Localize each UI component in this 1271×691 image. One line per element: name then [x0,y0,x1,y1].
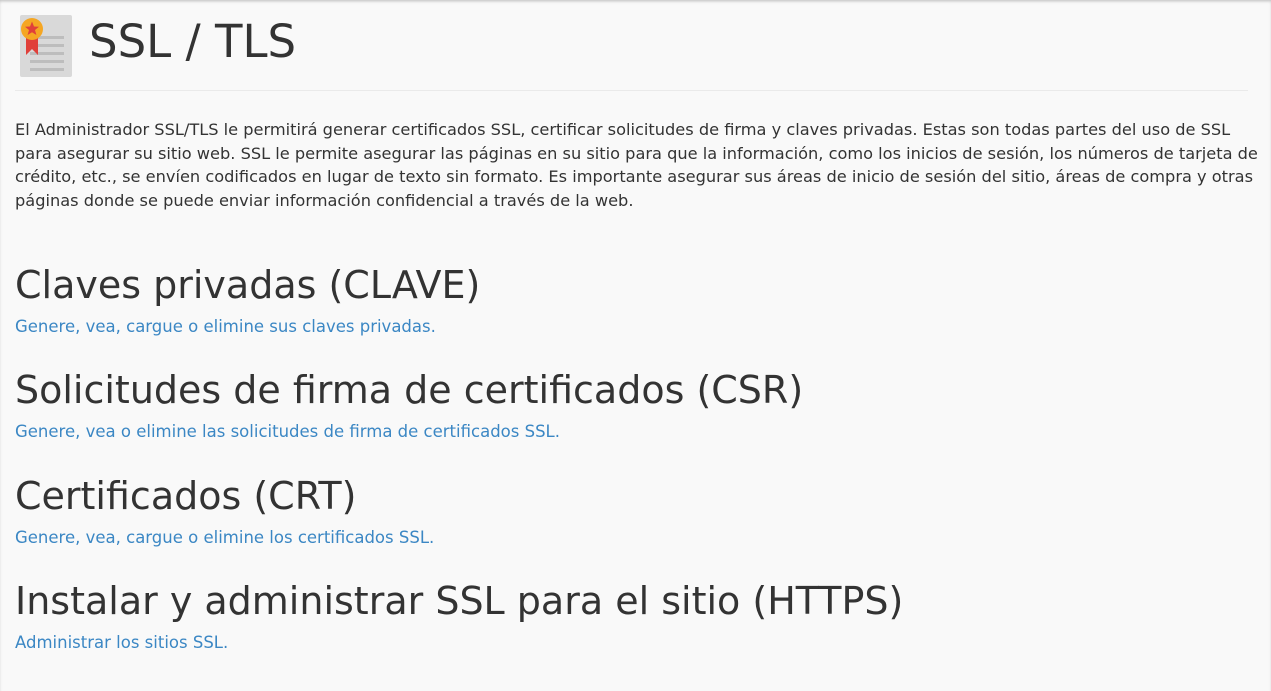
section-heading-private-keys: Claves privadas (CLAVE) [15,263,481,307]
page-header: SSL / TLS [15,0,1248,91]
manage-csr-link[interactable]: Genere, vea o elimine las solicitudes de… [15,421,560,443]
section-heading-install-ssl: Instalar y administrar SSL para el sitio… [15,579,904,623]
section-certificates: Certificados (CRT) Genere, vea, cargue o… [15,473,1255,549]
section-private-keys: Claves privadas (CLAVE) Genere, vea, car… [15,262,1255,338]
manage-certificates-link[interactable]: Genere, vea, cargue o elimine los certif… [15,527,434,549]
manage-ssl-sites-link[interactable]: Administrar los sitios SSL. [15,632,228,654]
page-description: El Administrador SSL/TLS le permitirá ge… [15,120,1258,210]
section-csr: Solicitudes de firma de certificados (CS… [15,367,1255,443]
section-heading-csr: Solicitudes de firma de certificados (CS… [15,368,804,412]
manage-private-keys-link[interactable]: Genere, vea, cargue o elimine sus claves… [15,316,436,338]
section-install-ssl: Instalar y administrar SSL para el sitio… [15,578,1255,654]
section-heading-certificates: Certificados (CRT) [15,474,357,518]
ssl-certificate-icon [20,15,72,77]
page-title: SSL / TLS [89,15,297,68]
ssl-tls-page: SSL / TLS El Administrador SSL/TLS le pe… [0,0,1271,691]
